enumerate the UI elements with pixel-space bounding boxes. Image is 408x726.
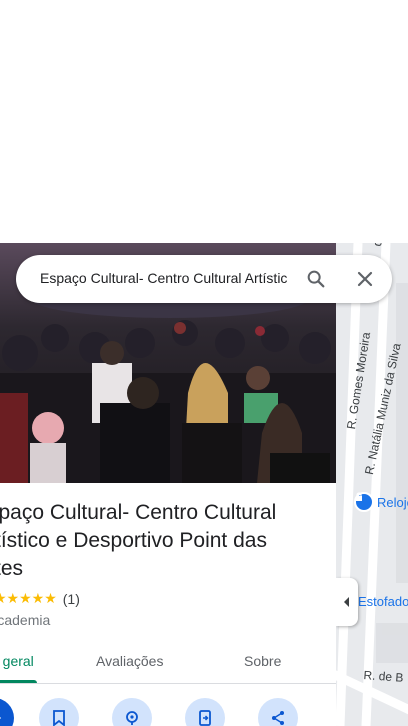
search-icon	[307, 270, 325, 288]
save-button[interactable]	[39, 698, 79, 726]
blank-area	[0, 0, 408, 243]
tab-reviews[interactable]: Avaliações	[96, 653, 163, 669]
share-button[interactable]	[258, 698, 298, 726]
directions-icon	[0, 717, 1, 719]
collapse-panel-button[interactable]	[336, 578, 358, 626]
search-button[interactable]	[300, 263, 332, 295]
rating-row[interactable]: ★★★★★ (1)	[0, 590, 80, 607]
star-rating-icon: ★★★★★	[0, 590, 57, 606]
place-category[interactable]: Academia	[0, 612, 50, 628]
nearby-search-icon	[126, 711, 138, 725]
close-icon	[357, 271, 373, 287]
active-tab-indicator	[0, 680, 37, 683]
bookmark-icon	[53, 710, 65, 726]
lock-icon	[354, 492, 374, 512]
review-count: (1)	[62, 590, 80, 607]
search-input[interactable]: Espaço Cultural- Centro Cultural Artísti…	[40, 270, 288, 286]
poi-relojoaria[interactable]: Relojoaria	[354, 492, 408, 512]
place-tabs: Visão geral Avaliações Sobre	[0, 643, 336, 684]
poi-estofados[interactable]: Estofados	[358, 594, 408, 609]
close-button[interactable]	[349, 263, 381, 295]
share-icon	[272, 711, 284, 725]
place-title: Espaço Cultural- Centro Cultural Artísti…	[0, 501, 277, 580]
nearby-button[interactable]	[112, 698, 152, 726]
chevron-left-icon	[344, 597, 349, 607]
place-details-panel: Espaço Cultural- Centro Cultural Artísti…	[0, 483, 336, 726]
tab-about[interactable]: Sobre	[244, 653, 281, 669]
street-label-de-b: R. de B	[363, 668, 404, 685]
poi-label: Relojoaria	[377, 494, 408, 510]
map-view[interactable]: d R. Gomes Moreira R. Natália Muniz da S…	[336, 243, 408, 726]
tab-overview[interactable]: Visão geral	[0, 653, 34, 669]
map-streets-graphic	[336, 243, 408, 726]
send-to-phone-button[interactable]	[185, 698, 225, 726]
directions-button[interactable]	[0, 698, 14, 726]
send-to-phone-icon	[199, 710, 211, 726]
search-bar[interactable]: Espaço Cultural- Centro Cultural Artísti…	[16, 255, 392, 303]
